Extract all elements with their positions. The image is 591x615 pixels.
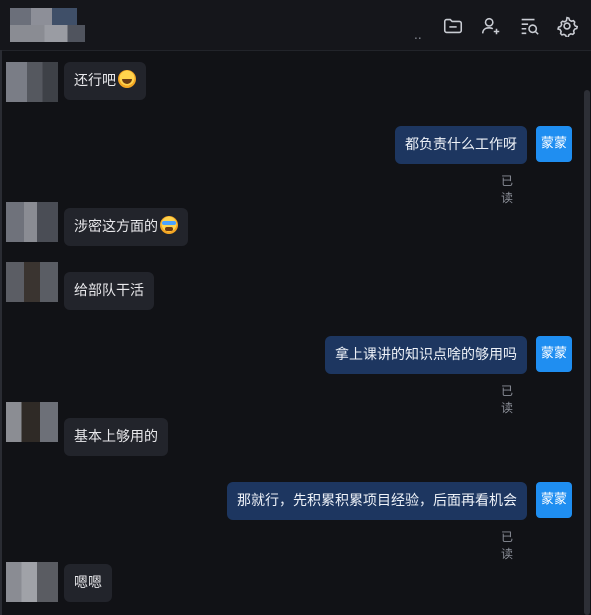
sender-avatar[interactable]: [6, 202, 58, 242]
sender-avatar[interactable]: [6, 262, 58, 302]
scrollbar[interactable]: [584, 90, 590, 615]
message-bubble[interactable]: 还行吧: [64, 62, 146, 100]
sender-avatar[interactable]: [6, 562, 58, 602]
message-bubble[interactable]: 涉密这方面的: [64, 208, 188, 246]
sender-avatar[interactable]: [6, 402, 58, 442]
message-bubble[interactable]: 拿上课讲的知识点啥的够用吗: [325, 336, 527, 374]
contact-avatar-blurred[interactable]: [10, 8, 106, 42]
chat-header: ..: [0, 0, 591, 51]
left-border: [0, 50, 2, 615]
read-status: 已读: [501, 174, 514, 205]
message-bubble[interactable]: 那就行，先积累积累项目经验，后面再看机会: [227, 482, 527, 520]
message-text: 还行吧: [74, 73, 116, 89]
message-bubble[interactable]: 都负责什么工作呀: [395, 126, 527, 164]
my-avatar[interactable]: 蒙蒙: [536, 336, 572, 372]
sender-avatar[interactable]: [6, 62, 58, 102]
message-text: 拿上课讲的知识点啥的够用吗: [335, 347, 517, 363]
message-text: 都负责什么工作呀: [405, 137, 517, 153]
read-status: 已读: [501, 530, 514, 561]
settings-icon[interactable]: [556, 15, 578, 37]
grin-emoji-icon: [118, 70, 136, 88]
add-user-icon[interactable]: [480, 15, 502, 37]
message-text: 给部队干活: [74, 283, 144, 299]
contact-name-suffix: ..: [414, 28, 422, 42]
folder-icon[interactable]: [442, 15, 464, 37]
message-bubble[interactable]: 基本上够用的: [64, 418, 168, 456]
my-avatar[interactable]: 蒙蒙: [536, 482, 572, 518]
message-text: 涉密这方面的: [74, 219, 158, 235]
search-list-icon[interactable]: [518, 15, 540, 37]
message-text: 嗯嗯: [74, 575, 102, 591]
laugh-cry-emoji-icon: [160, 216, 178, 234]
my-avatar[interactable]: 蒙蒙: [536, 126, 572, 162]
message-text: 那就行，先积累积累项目经验，后面再看机会: [237, 493, 517, 509]
read-status: 已读: [501, 384, 514, 415]
message-bubble[interactable]: 给部队干活: [64, 272, 154, 310]
message-bubble[interactable]: 嗯嗯: [64, 564, 112, 602]
message-text: 基本上够用的: [74, 429, 158, 445]
